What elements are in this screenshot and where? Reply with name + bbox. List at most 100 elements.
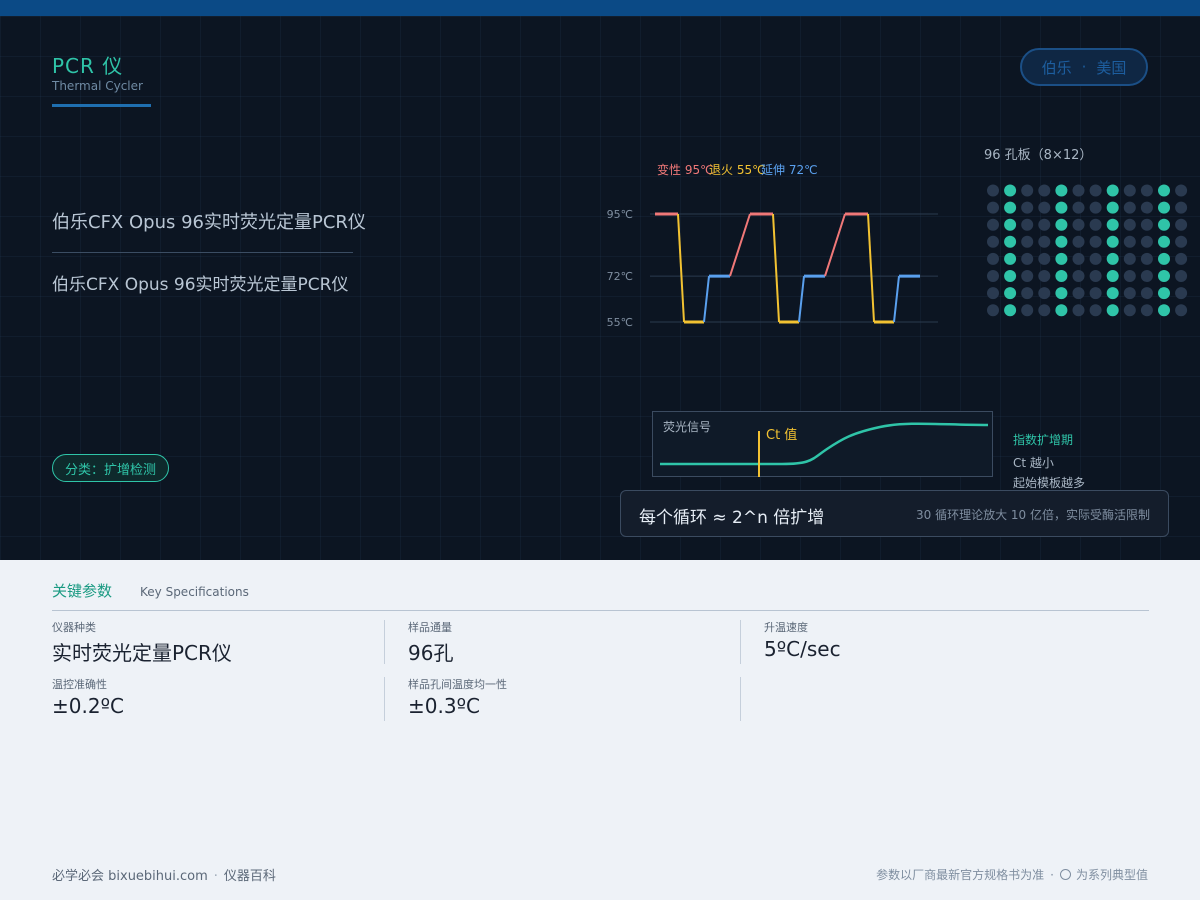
well-empty — [1038, 270, 1051, 282]
well-empty — [1089, 235, 1102, 248]
well-empty — [987, 184, 999, 197]
y-axis-ticks: 95℃ 72℃ 55℃ — [607, 208, 633, 329]
top-brand-bar — [0, 0, 1200, 16]
well-empty — [1038, 201, 1051, 214]
well-filled — [1158, 287, 1170, 300]
category-tag[interactable]: 分类：扩增检测 — [52, 454, 170, 482]
well-empty — [1140, 235, 1153, 248]
well-empty — [1123, 252, 1136, 265]
spec-separator — [740, 620, 741, 664]
section-link[interactable]: 仪器百科 — [224, 869, 276, 884]
footer-separator: · — [1050, 867, 1054, 882]
y-tick-label: 72℃ — [607, 270, 633, 283]
spec-value: ±0.3ºC — [408, 694, 480, 718]
legend-entry: 变性 95℃ — [657, 162, 714, 177]
cool-ramp — [867, 213, 875, 323]
model-divider — [52, 252, 353, 253]
well-empty — [1021, 218, 1034, 231]
well-empty — [1140, 218, 1153, 231]
well-empty — [1123, 201, 1136, 214]
footer-separator: · — [213, 869, 218, 884]
spec-label: 仪器种类 — [52, 621, 96, 634]
well-filled — [1004, 235, 1017, 248]
well-filled — [1106, 287, 1119, 300]
spec-label: 样品孔间温度均一性 — [408, 678, 507, 691]
well-empty — [1175, 252, 1188, 265]
well-empty — [1072, 201, 1085, 214]
spec-label: 样品通量 — [408, 621, 452, 634]
well-empty — [1038, 304, 1051, 317]
well-empty — [987, 252, 999, 265]
extend-ramp — [893, 275, 900, 323]
well-filled — [1055, 252, 1068, 265]
extend-ramp — [703, 275, 710, 323]
spec-value: 5ºC/sec — [764, 637, 841, 661]
spec-well-uniformity: 样品孔间温度均一性 ±0.3ºC — [408, 676, 507, 720]
well-empty — [1038, 184, 1051, 197]
spec-value: 96孔 — [408, 641, 454, 665]
well-empty — [1140, 252, 1153, 265]
well-filled — [1106, 304, 1119, 317]
well-filled — [1106, 218, 1119, 231]
amplification-banner: 每个循环 ≈ 2^n 倍扩增 30 循环理论放大 10 亿倍，实际受酶活限制 — [620, 490, 1169, 537]
heat-ramp — [729, 213, 751, 277]
well-filled — [1158, 252, 1170, 265]
well-filled — [1055, 304, 1068, 317]
well-filled — [1004, 252, 1017, 265]
well-empty — [1123, 304, 1136, 317]
chart-legend: 变性 95℃退火 55℃延伸 72℃ — [657, 162, 818, 177]
well-empty — [1175, 287, 1188, 300]
well-empty — [1140, 270, 1153, 282]
model-name-secondary: 伯乐CFX Opus 96实时荧光定量PCR仪 — [52, 275, 349, 295]
well-filled — [1004, 304, 1017, 317]
well-filled — [1004, 270, 1017, 282]
spec-value: 实时荧光定量PCR仪 — [52, 641, 232, 665]
more-template-note: 起始模板越多 — [1013, 476, 1086, 490]
amplification-formula: 每个循环 ≈ 2^n 倍扩增 — [639, 508, 825, 528]
heat-ramp — [824, 213, 846, 277]
ct-value-label: Ct 值 — [766, 428, 798, 443]
well-filled — [1158, 201, 1170, 214]
maker-origin: 美国 — [1096, 58, 1127, 77]
well-empty — [1021, 287, 1034, 300]
spec-ramp-rate: 升温速度 5ºC/sec — [764, 619, 841, 663]
well-filled — [1055, 184, 1068, 197]
legend-entry: 延伸 72℃ — [761, 163, 818, 177]
well-empty — [1072, 184, 1085, 197]
well-filled — [1158, 235, 1170, 248]
spec-label: 温控准确性 — [52, 678, 107, 691]
model-name: 伯乐CFX Opus 96实时荧光定量PCR仪 — [52, 212, 366, 233]
fluorescence-label: 荧光信号 — [663, 420, 712, 434]
well-empty — [1140, 304, 1153, 317]
exponential-phase-note: 指数扩增期 — [1013, 433, 1074, 447]
spec-separator — [384, 677, 385, 721]
well-filled — [1055, 218, 1068, 231]
well-empty — [1089, 252, 1102, 265]
footer-disclaimer: 参数以厂商最新官方规格书为准 — [876, 868, 1045, 882]
well-empty — [1038, 218, 1051, 231]
well-empty — [987, 270, 999, 282]
well-empty — [1140, 287, 1153, 300]
maker-name: 伯乐 — [1041, 58, 1072, 77]
ct-smaller-note: Ct 越小 — [1013, 456, 1054, 470]
site-link[interactable]: 必学必会 bixuebihui.com — [52, 869, 208, 884]
well-empty — [1089, 184, 1102, 197]
well-empty — [1175, 201, 1188, 214]
manufacturer-badge[interactable]: 伯乐 · 美国 — [1020, 48, 1148, 86]
well-empty — [1140, 201, 1153, 214]
well-empty — [1072, 270, 1085, 282]
well-filled — [1106, 201, 1119, 214]
well-empty — [1021, 201, 1034, 214]
cycle-trace — [655, 212, 920, 324]
spec-separator — [384, 620, 385, 664]
well-empty — [1089, 218, 1102, 231]
well-empty — [1021, 304, 1034, 317]
spec-value: ±0.2ºC — [52, 694, 124, 718]
well-empty — [1123, 235, 1136, 248]
title-underline — [52, 104, 151, 107]
y-tick-label: 95℃ — [607, 208, 633, 221]
spec-instrument-type: 仪器种类 实时荧光定量PCR仪 — [52, 619, 232, 665]
well-empty — [1021, 252, 1034, 265]
well-empty — [1072, 218, 1085, 231]
well-empty — [1123, 287, 1136, 300]
